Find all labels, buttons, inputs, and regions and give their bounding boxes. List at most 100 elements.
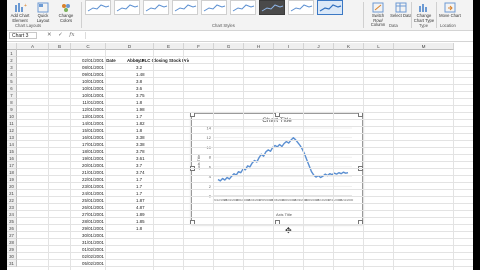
date-cell[interactable]: 30/01/2001 xyxy=(71,232,104,239)
row-header-27[interactable]: 27 xyxy=(7,232,17,239)
price-cell[interactable]: 1.7 xyxy=(136,190,154,197)
row-header-31[interactable]: 31 xyxy=(7,260,17,267)
select-data-button[interactable]: Select Data xyxy=(390,2,412,19)
date-cell[interactable]: 31/01/2001 xyxy=(71,239,104,246)
price-cell[interactable]: 1.82 xyxy=(136,120,154,127)
row-header-23[interactable]: 23 xyxy=(7,204,17,211)
price-cell[interactable]: 1.7 xyxy=(136,113,154,120)
price-cell[interactable]: 3.61 xyxy=(136,155,154,162)
price-cell[interactable]: 1.89 xyxy=(136,211,154,218)
row-header-19[interactable]: 19 xyxy=(7,176,17,183)
price-cell[interactable]: 3.75 xyxy=(136,92,154,99)
chart-style-5[interactable] xyxy=(201,0,227,15)
change-colors-button[interactable]: Change Colors xyxy=(55,2,77,23)
price-cell[interactable]: 3.6 xyxy=(136,85,154,92)
date-cell[interactable]: 05/02/2001 xyxy=(71,260,104,267)
price-cell[interactable]: 3.8 xyxy=(136,78,154,85)
column-header-l[interactable]: L xyxy=(364,43,394,50)
date-cell[interactable]: 08/01/2001 xyxy=(71,64,104,71)
row-header-24[interactable]: 24 xyxy=(7,211,17,218)
date-cell[interactable]: 19/01/2001 xyxy=(71,155,104,162)
price-cell[interactable]: 1.8 xyxy=(136,99,154,106)
row-header-4[interactable]: 4 xyxy=(7,71,17,78)
price-cell[interactable]: 1.16 xyxy=(136,57,154,64)
date-cell[interactable]: 10/01/2001 xyxy=(71,85,104,92)
date-cell[interactable]: 02/02/2001 xyxy=(71,253,104,260)
price-cell[interactable]: 1.87 xyxy=(136,197,154,204)
column-header-i[interactable]: I xyxy=(274,43,304,50)
date-cell[interactable]: 11/01/2001 xyxy=(71,99,104,106)
row-header-25[interactable]: 25 xyxy=(7,218,17,225)
date-cell[interactable]: 17/01/2001 xyxy=(71,141,104,148)
row-header-8[interactable]: 8 xyxy=(7,99,17,106)
chart-style-1[interactable] xyxy=(85,0,111,15)
chart-style-4[interactable] xyxy=(172,0,198,15)
date-cell[interactable]: 21/01/2001 xyxy=(71,169,104,176)
column-header-b[interactable]: B xyxy=(49,43,71,50)
row-header-16[interactable]: 16 xyxy=(7,155,17,162)
chart-style-6[interactable] xyxy=(230,0,256,15)
formula-input[interactable] xyxy=(85,32,472,39)
row-header-11[interactable]: 11 xyxy=(7,120,17,127)
price-cell[interactable]: 3.38 xyxy=(136,141,154,148)
chart-style-8[interactable] xyxy=(288,0,314,15)
price-cell[interactable]: 3.7 xyxy=(136,162,154,169)
date-cell[interactable]: 16/01/2001 xyxy=(71,134,104,141)
enter-icon[interactable]: ✓ xyxy=(58,32,63,38)
date-cell[interactable]: 20/01/2001 xyxy=(71,162,104,169)
price-cell[interactable]: 3.38 xyxy=(136,134,154,141)
row-header-5[interactable]: 5 xyxy=(7,78,17,85)
row-header-1[interactable]: 1 xyxy=(7,50,17,57)
cancel-icon[interactable]: ✕ xyxy=(47,32,52,38)
row-header-6[interactable]: 6 xyxy=(7,85,17,92)
column-header-m[interactable]: M xyxy=(394,43,454,50)
row-header-13[interactable]: 13 xyxy=(7,134,17,141)
price-cell[interactable]: 3.74 xyxy=(136,169,154,176)
row-header-12[interactable]: 12 xyxy=(7,127,17,134)
name-box[interactable]: Chart 3 xyxy=(9,32,37,39)
price-cell[interactable]: 1.85 xyxy=(136,218,154,225)
date-cell[interactable]: 15/01/2001 xyxy=(71,127,104,134)
row-header-26[interactable]: 26 xyxy=(7,225,17,232)
switch-row-column-button[interactable]: Switch Row/ Column xyxy=(367,2,389,28)
date-cell[interactable]: 28/01/2001 xyxy=(71,218,104,225)
move-chart-button[interactable]: Move Chart xyxy=(439,2,461,19)
row-header-17[interactable]: 17 xyxy=(7,162,17,169)
price-cell[interactable]: 4.87 xyxy=(136,204,154,211)
price-cell[interactable]: 1.7 xyxy=(136,183,154,190)
date-cell[interactable]: 22/01/2001 xyxy=(71,176,104,183)
chart-style-9[interactable] xyxy=(317,0,343,15)
date-cell[interactable]: 09/01/2001 xyxy=(71,71,104,78)
column-header-k[interactable]: K xyxy=(334,43,364,50)
row-header-28[interactable]: 28 xyxy=(7,239,17,246)
row-header-21[interactable]: 21 xyxy=(7,190,17,197)
date-cell[interactable]: 24/01/2001 xyxy=(71,190,104,197)
date-cell[interactable]: 01/02/2001 xyxy=(71,246,104,253)
date-cell[interactable]: 29/01/2001 xyxy=(71,225,104,232)
date-cell[interactable]: 10/01/2001 xyxy=(71,78,104,85)
column-header-h[interactable]: H xyxy=(244,43,274,50)
date-cell[interactable]: 13/01/2001 xyxy=(71,113,104,120)
change-chart-type-button[interactable]: Change Chart Type xyxy=(413,2,435,23)
column-header-j[interactable]: J xyxy=(304,43,334,50)
column-header-f[interactable]: F xyxy=(184,43,214,50)
column-header-g[interactable]: G xyxy=(214,43,244,50)
row-header-18[interactable]: 18 xyxy=(7,169,17,176)
column-header-a[interactable]: A xyxy=(17,43,49,50)
row-header-10[interactable]: 10 xyxy=(7,113,17,120)
date-cell[interactable]: 18/01/2001 xyxy=(71,148,104,155)
price-cell[interactable]: 1.8 xyxy=(136,127,154,134)
row-header-15[interactable]: 15 xyxy=(7,148,17,155)
column-header-d[interactable]: D xyxy=(106,43,154,50)
row-header-20[interactable]: 20 xyxy=(7,183,17,190)
date-cell[interactable]: 23/01/2001 xyxy=(71,183,104,190)
price-cell[interactable]: 1.8 xyxy=(136,225,154,232)
row-header-2[interactable]: 2 xyxy=(7,57,17,64)
add-chart-element-button[interactable]: + Add Chart Element xyxy=(9,2,31,23)
date-cell[interactable]: 12/01/2001 xyxy=(71,106,104,113)
quick-layout-button[interactable]: Quick Layout xyxy=(32,2,54,23)
row-header-14[interactable]: 14 xyxy=(7,141,17,148)
price-cell[interactable]: 3.2 xyxy=(136,64,154,71)
date-cell[interactable]: 02/01/2001 xyxy=(71,57,104,64)
date-cell[interactable]: 26/01/2001 xyxy=(71,204,104,211)
